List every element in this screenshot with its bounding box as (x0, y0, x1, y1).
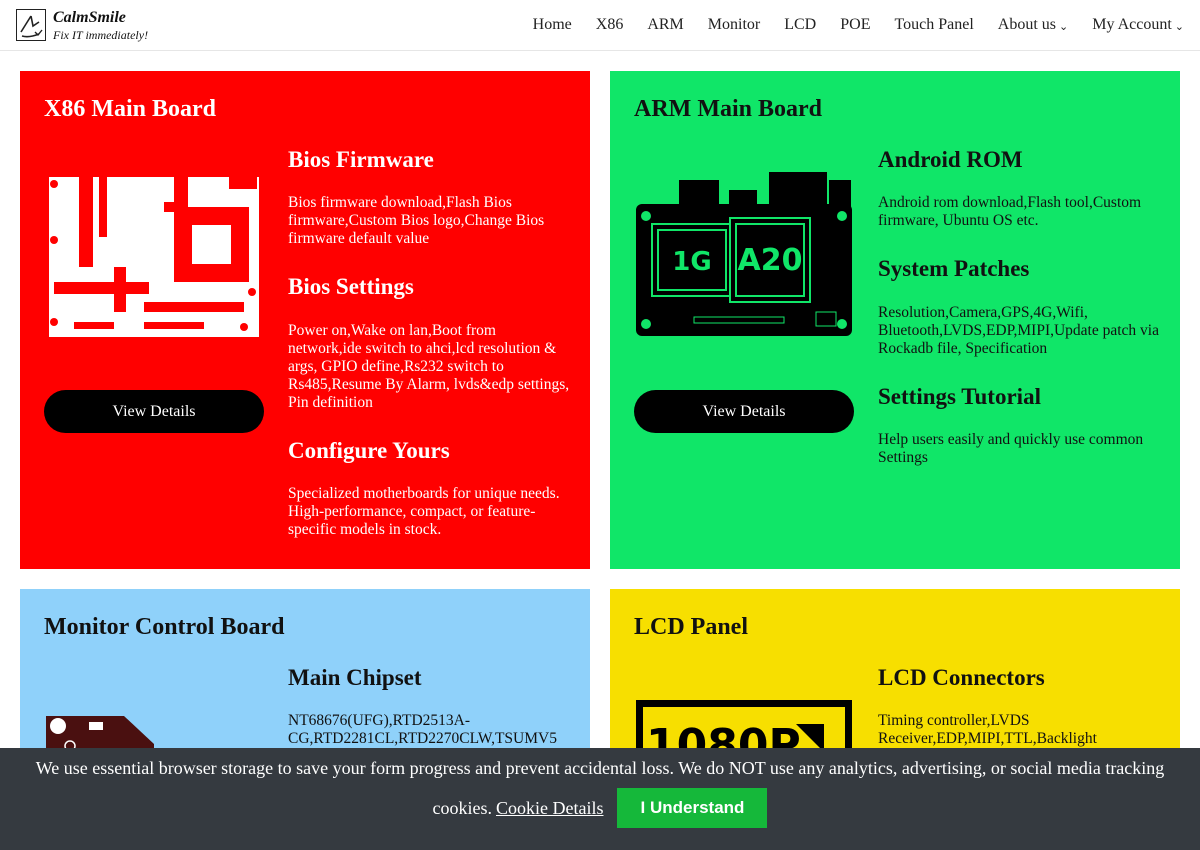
nav-x86-label: X86 (595, 16, 624, 33)
nav-poe-label: POE (840, 16, 871, 33)
nav-arm[interactable]: ARM (647, 16, 683, 34)
card-title: Monitor Control Board (44, 614, 285, 640)
feature-item: Bios Settings Power on,Wake on lan,Boot … (288, 274, 573, 411)
nav-arm-label: ARM (647, 16, 684, 33)
cookie-message: We use essential browser storage to save… (35, 758, 1165, 778)
nav-touch-panel[interactable]: Touch Panel (894, 16, 973, 34)
feature-item: Settings Tutorial Help users easily and … (878, 384, 1163, 467)
feature-heading: Configure Yours (288, 437, 450, 463)
nav-lcd[interactable]: LCD (784, 16, 816, 34)
arm-board-image: 1G A20 (636, 172, 852, 336)
feature-heading: LCD Connectors (878, 665, 1045, 690)
brand-logo-icon (16, 9, 46, 41)
chevron-down-icon: ⌄ (1174, 20, 1184, 33)
feature-heading: Android ROM (878, 147, 1023, 172)
card-title: ARM Main Board (634, 96, 822, 122)
main-nav: Home X86 ARM Monitor LCD POE Touch Panel… (509, 0, 1184, 50)
feature-heading: System Patches (878, 256, 1030, 282)
feature-list: Android ROM Android rom download,Flash t… (878, 147, 1163, 493)
feature-text: Help users easily and quickly use common… (878, 430, 1144, 466)
feature-text: Resolution,Camera,GPS,4G,Wifi, Bluetooth… (878, 303, 1159, 357)
nav-poe[interactable]: POE (840, 16, 870, 34)
nav-touch-panel-label: Touch Panel (894, 16, 974, 33)
feature-text: Power on,Wake on lan,Boot from network,i… (288, 321, 570, 411)
x86-main-board-card: X86 Main Board View Details Bios Firmwar… (20, 71, 590, 569)
feature-heading: Bios Firmware (288, 147, 434, 172)
feature-item: LCD Connectors Timing controller,LVDS Re… (878, 665, 1163, 748)
feature-text: Timing controller,LVDS Receiver,EDP,MIPI… (878, 712, 1097, 748)
brand-logo[interactable]: CalmSmile Fix IT immediately! (16, 8, 148, 42)
feature-item: Android ROM Android rom download,Flash t… (878, 147, 1163, 230)
top-navbar: CalmSmile Fix IT immediately! Home X86 A… (0, 0, 1200, 51)
feature-heading: Settings Tutorial (878, 383, 1041, 409)
cookie-message-end: cookies. (432, 798, 492, 818)
view-details-button[interactable]: View Details (634, 390, 854, 433)
feature-heading: Main Chipset (288, 665, 422, 690)
feature-text: Specialized motherboards for unique need… (288, 484, 560, 538)
feature-item: Bios Firmware Bios firmware download,Fla… (288, 147, 573, 248)
view-details-button[interactable]: View Details (44, 390, 264, 433)
chip-label-soc: A20 (738, 243, 803, 278)
nav-x86[interactable]: X86 (596, 16, 624, 34)
nav-lcd-label: LCD (784, 16, 817, 33)
nav-monitor[interactable]: Monitor (708, 16, 760, 34)
feature-text: NT68676(UFG),RTD2513A-CG,RTD2281CL,RTD22… (288, 712, 557, 748)
nav-monitor-label: Monitor (707, 16, 761, 33)
nav-my-account-label: My Account (1092, 16, 1172, 33)
cookie-details-link[interactable]: Cookie Details (496, 788, 603, 828)
feature-heading: Bios Settings (288, 274, 414, 300)
feature-text: Bios firmware download,Flash Bios firmwa… (288, 194, 545, 248)
chip-label-ram: 1G (672, 247, 711, 277)
motherboard-image (49, 177, 259, 337)
arm-main-board-card: ARM Main Board 1G A20 View Details Andro… (610, 71, 1180, 569)
card-title: X86 Main Board (44, 96, 217, 122)
nav-home[interactable]: Home (533, 16, 572, 34)
feature-item: Main Chipset NT68676(UFG),RTD2513A-CG,RT… (288, 665, 573, 748)
feature-item: System Patches Resolution,Camera,GPS,4G,… (878, 256, 1163, 357)
cookie-consent-bar: We use essential browser storage to save… (0, 748, 1200, 850)
chevron-down-icon: ⌄ (1059, 20, 1069, 33)
feature-text: Android rom download,Flash tool,Custom f… (878, 194, 1142, 230)
brand-tagline: Fix IT immediately! (53, 27, 149, 42)
nav-about-us-label: About us (997, 16, 1057, 33)
nav-home-label: Home (532, 16, 572, 33)
nav-my-account[interactable]: My Account ⌄ (1092, 16, 1184, 34)
cookie-accept-button[interactable]: I Understand (617, 788, 768, 828)
brand-name: CalmSmile (53, 8, 126, 26)
nav-about-us[interactable]: About us ⌄ (998, 16, 1068, 34)
feature-item: Configure Yours Specialized motherboards… (288, 438, 573, 539)
card-title: LCD Panel (634, 614, 748, 640)
feature-list: Bios Firmware Bios firmware download,Fla… (288, 147, 573, 565)
